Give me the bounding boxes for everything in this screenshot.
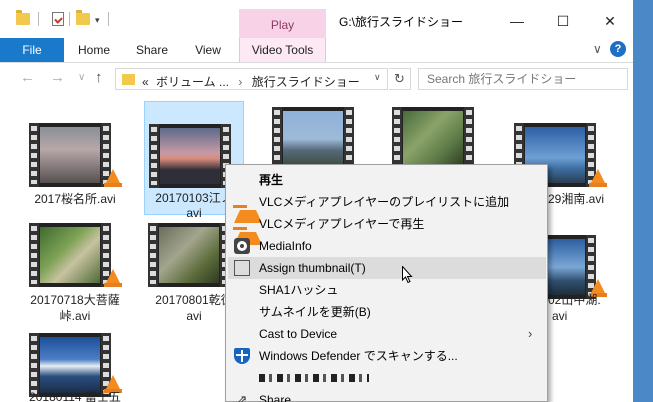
obscured-text	[259, 374, 369, 382]
properties-icon[interactable]	[52, 12, 64, 26]
address-row: ← → ∨ ↑ « ボリューム ... › 旅行スライドショー ∨ ↻	[0, 63, 633, 95]
file-name: 20170718大菩薩	[30, 293, 120, 307]
tab-file[interactable]: File	[0, 38, 64, 62]
explorer-window: ▾ Play G:\旅行スライドショー — ☐ ✕ File Home Shar…	[0, 0, 633, 402]
toolbar-divider	[69, 12, 70, 26]
recent-locations-icon[interactable]: ∨	[78, 72, 85, 83]
menu-item-obscured[interactable]	[228, 367, 546, 389]
window-title: G:\旅行スライドショー	[339, 15, 464, 29]
up-button[interactable]: ↑	[95, 69, 103, 86]
tab-share[interactable]: Share	[128, 38, 176, 62]
maximize-button[interactable]: ☐	[540, 6, 586, 36]
expand-ribbon-icon[interactable]: ∨	[593, 42, 602, 56]
toolbar-divider	[38, 12, 39, 26]
file-item[interactable]	[268, 105, 368, 171]
video-thumbnail	[29, 333, 111, 397]
breadcrumb-overflow[interactable]: «	[142, 75, 149, 89]
tab-home[interactable]: Home	[70, 38, 118, 62]
menu-item-sha1-hash[interactable]: SHA1ハッシュ	[228, 279, 546, 301]
file-name: 02山中湖.	[548, 293, 601, 307]
ribbon-tabs: File Home Share View Video Tools ∨ ?	[0, 38, 633, 63]
breadcrumb-volume[interactable]: ボリューム ...	[156, 75, 229, 89]
new-folder-icon[interactable]	[76, 10, 90, 25]
menu-item-vlc-play[interactable]: VLCメディアプレイヤーで再生	[228, 213, 546, 245]
video-thumbnail	[272, 107, 354, 171]
menu-item-cast-to-device[interactable]: Cast to Device ›	[228, 323, 546, 345]
video-thumbnail	[148, 223, 230, 287]
customize-quick-access-icon[interactable]: ▾	[95, 15, 100, 33]
file-item[interactable]: 20180114 富士五	[25, 331, 125, 402]
file-item[interactable]	[388, 105, 488, 171]
context-menu: 再生 VLCメディアプレイヤーのプレイリストに追加 VLCメディアプレイヤーで再…	[225, 164, 548, 402]
title-bar: ▾ Play G:\旅行スライドショー — ☐ ✕	[0, 0, 633, 38]
video-thumbnail	[29, 223, 111, 287]
menu-item-share[interactable]: ⇗ Share	[228, 389, 546, 402]
video-thumbnail	[392, 107, 474, 171]
menu-item-mediainfo[interactable]: MediaInfo	[228, 235, 546, 257]
toolbar-divider	[108, 12, 109, 26]
back-button[interactable]: ←	[20, 69, 35, 86]
file-item[interactable]: 20170718大菩薩 峠.avi	[25, 221, 125, 331]
video-thumbnail	[29, 123, 111, 187]
tab-view[interactable]: View	[186, 38, 230, 62]
breadcrumb: « ボリューム ... › 旅行スライドショー	[142, 73, 360, 90]
desktop-background	[633, 0, 653, 402]
file-name: 20180114 富士五	[29, 390, 121, 402]
submenu-arrow-icon: ›	[528, 326, 533, 341]
video-thumbnail	[149, 124, 231, 188]
tab-video-tools[interactable]: Video Tools	[239, 38, 326, 62]
menu-item-assign-thumbnail[interactable]: Assign thumbnail(T)	[228, 257, 546, 279]
menu-item-vlc-add-playlist[interactable]: VLCメディアプレイヤーのプレイリストに追加	[228, 191, 546, 223]
mediainfo-icon	[234, 238, 250, 254]
video-tools-context-header: Play	[239, 9, 326, 38]
folder-icon	[122, 74, 135, 85]
menu-item-defender-scan[interactable]: Windows Defender でスキャンする...	[228, 345, 546, 367]
vlc-icon	[589, 169, 607, 187]
thumbnail-icon	[234, 260, 250, 276]
minimize-button[interactable]: —	[494, 6, 540, 36]
folder-icon	[16, 10, 30, 25]
help-icon[interactable]: ?	[610, 41, 626, 57]
menu-item-play[interactable]: 再生	[228, 169, 546, 191]
defender-shield-icon	[234, 348, 250, 364]
search-input[interactable]	[418, 68, 628, 90]
vlc-icon	[104, 169, 122, 187]
file-name: 2017桜名所.avi	[34, 192, 116, 206]
breadcrumb-current-folder[interactable]: 旅行スライドショー	[252, 75, 360, 89]
file-item[interactable]: 2017桜名所.avi	[25, 105, 125, 210]
address-dropdown-icon[interactable]: ∨	[374, 72, 381, 83]
file-name-line2: 峠.avi	[59, 309, 91, 323]
refresh-button[interactable]: ↻	[389, 68, 411, 90]
forward-button[interactable]: →	[50, 69, 65, 86]
share-icon: ⇗	[236, 392, 248, 402]
file-name-line2: avi	[552, 309, 568, 323]
close-button[interactable]: ✕	[587, 6, 633, 36]
vlc-icon	[104, 269, 122, 287]
address-bar[interactable]: « ボリューム ... › 旅行スライドショー ∨	[115, 68, 388, 90]
menu-item-refresh-thumbnail[interactable]: サムネイルを更新(B)	[228, 301, 546, 323]
mouse-cursor-icon	[402, 266, 413, 284]
breadcrumb-separator[interactable]: ›	[238, 75, 242, 89]
file-name: 29湘南.avi	[548, 192, 605, 206]
